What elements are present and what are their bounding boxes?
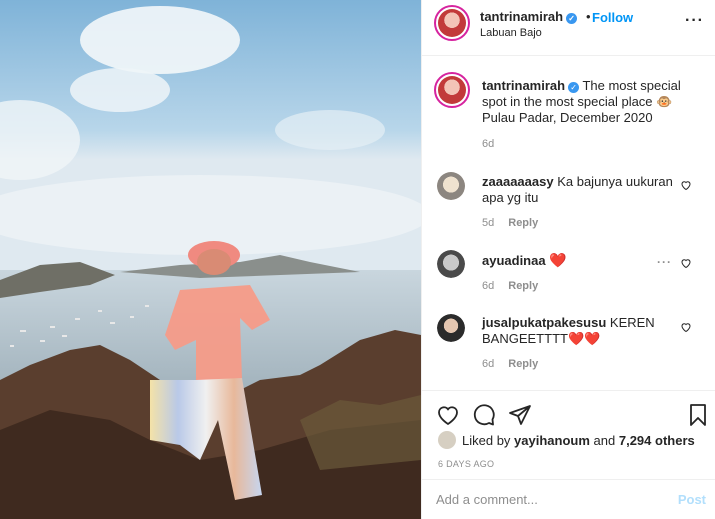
location-link[interactable]: Labuan Bajo xyxy=(480,27,542,39)
verified-icon: ✓ xyxy=(568,82,580,93)
post-comment-button[interactable]: Post xyxy=(678,492,706,507)
verified-icon: ✓ xyxy=(566,13,578,24)
commenter-avatar[interactable] xyxy=(437,250,465,278)
comment-time[interactable]: 5d xyxy=(482,217,494,229)
separator-dot: • xyxy=(586,9,591,24)
commenter-avatar[interactable] xyxy=(437,314,465,342)
liker-avatar[interactable] xyxy=(438,431,456,449)
commenter-avatar[interactable] xyxy=(437,172,465,200)
share-send-icon[interactable] xyxy=(508,403,532,427)
author-username-text[interactable]: tantrinamirah xyxy=(480,9,563,24)
likes-prefix: Liked by xyxy=(462,433,511,448)
comment-bubble-icon[interactable] xyxy=(472,403,496,427)
reply-button[interactable]: Reply xyxy=(508,280,538,292)
comment-username[interactable]: ayuadinaa xyxy=(482,253,546,268)
post-image xyxy=(0,0,421,519)
likes-middle: and xyxy=(593,433,616,448)
reply-button[interactable]: Reply xyxy=(508,358,538,370)
post-header: tantrinamirah ✓ • Follow Labuan Bajo ··· xyxy=(422,0,715,56)
comment-meta: 5d Reply xyxy=(482,217,538,229)
post-date[interactable]: 6 DAYS AGO xyxy=(438,459,494,469)
liker-username[interactable]: yayihanoum xyxy=(514,433,590,448)
like-comment-heart-icon[interactable] xyxy=(680,257,692,269)
comment-more-icon[interactable]: ··· xyxy=(657,255,672,269)
post-panel: tantrinamirah ✓ • Follow Labuan Bajo ··· … xyxy=(421,0,715,519)
comment-username[interactable]: jusalpukatpakesusu xyxy=(482,315,606,330)
comment-body: ❤️ xyxy=(549,252,567,268)
add-comment-bar: Post xyxy=(422,479,715,519)
like-comment-heart-icon[interactable] xyxy=(680,321,692,333)
caption-username[interactable]: tantrinamirah xyxy=(482,78,565,93)
caption-text: tantrinamirah ✓ The most special spot in … xyxy=(482,78,692,126)
comment-meta: 6d Reply xyxy=(482,358,538,370)
author-username[interactable]: tantrinamirah ✓ xyxy=(480,9,578,24)
save-bookmark-icon[interactable] xyxy=(686,403,710,427)
like-comment-heart-icon[interactable] xyxy=(680,179,692,191)
more-options-icon[interactable]: ··· xyxy=(685,12,704,30)
reply-button[interactable]: Reply xyxy=(508,217,538,229)
comment-text: zaaaaaaasy Ka bajunya uukuran apa yg itu xyxy=(482,174,682,206)
author-avatar[interactable] xyxy=(434,5,470,41)
caption-time[interactable]: 6d xyxy=(482,138,494,150)
follow-button[interactable]: Follow xyxy=(592,10,633,25)
comment-time[interactable]: 6d xyxy=(482,280,494,292)
like-heart-icon[interactable] xyxy=(436,403,460,427)
post-actions xyxy=(422,390,715,436)
likes-text: Liked by yayihanoum and 7,294 others xyxy=(462,433,695,448)
comment-username[interactable]: zaaaaaaasy xyxy=(482,174,554,189)
comment-input[interactable] xyxy=(436,492,666,507)
comment-text: ayuadinaa ❤️ xyxy=(482,252,682,269)
likes-count-link[interactable]: 7,294 others xyxy=(619,433,695,448)
comment-time[interactable]: 6d xyxy=(482,358,494,370)
post-photo[interactable] xyxy=(0,0,421,519)
comment-meta: 6d Reply xyxy=(482,280,538,292)
caption-avatar[interactable] xyxy=(434,72,470,108)
comment-text: jusalpukatpakesusu KEREN BANGEETTTT❤️❤️ xyxy=(482,315,682,347)
